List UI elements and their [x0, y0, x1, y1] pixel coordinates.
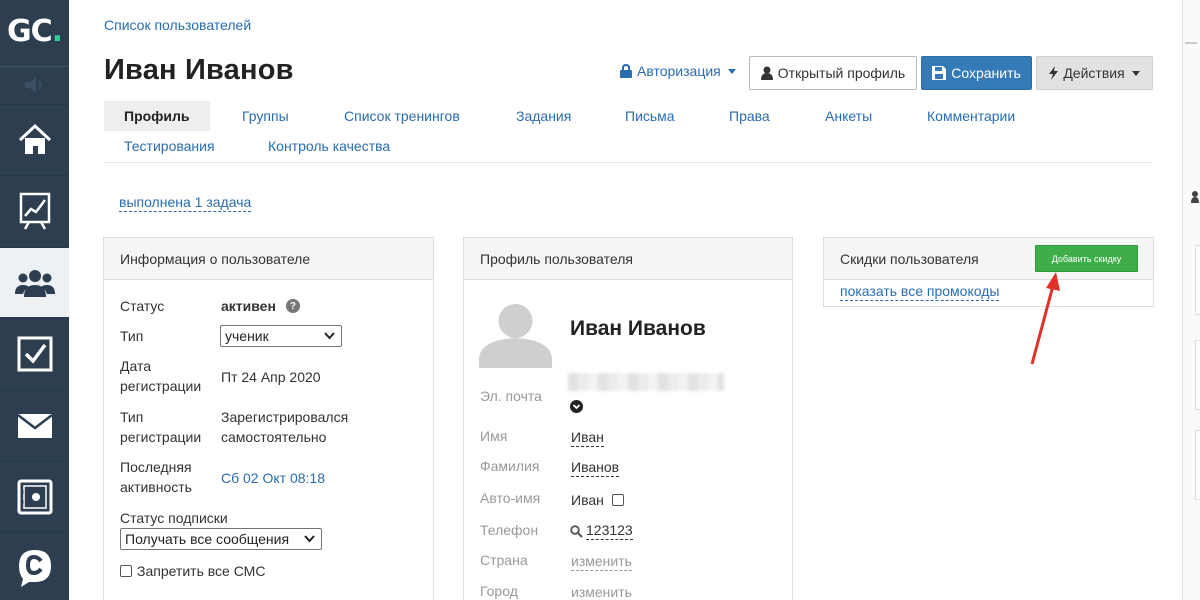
help-icon[interactable]: ?	[285, 299, 300, 313]
sidebar-item-users[interactable]	[0, 247, 69, 317]
type-select[interactable]: ученик	[220, 325, 342, 347]
first-name-value[interactable]: Иван	[571, 429, 604, 447]
user-discounts-panel: Скидки пользователя Добавить скидку пока…	[823, 237, 1154, 307]
no-sms-label: Запретить все СМС	[137, 563, 266, 579]
user-info-panel: Информация о пользователе Статус активен…	[103, 237, 434, 600]
chevron-circle-icon[interactable]	[570, 400, 583, 416]
country-label: Страна	[480, 552, 528, 568]
chevron-down-icon	[324, 332, 335, 340]
logo[interactable]: GC.	[0, 0, 69, 62]
phone-label: Телефон	[480, 522, 539, 538]
last-name-label: Фамилия	[480, 458, 540, 474]
chevron-down-icon	[1131, 70, 1140, 76]
sidebar: GC.	[0, 0, 69, 600]
user-profile-panel-title: Профиль пользователя	[464, 238, 792, 280]
right-edge-divider	[1185, 42, 1197, 44]
email-value-redacted	[568, 373, 724, 391]
floppy-icon	[932, 66, 947, 80]
tab-groups[interactable]: Группы	[242, 101, 289, 131]
reg-date-value: Пт 24 Апр 2020	[221, 369, 321, 385]
tab-profile[interactable]: Профиль	[104, 101, 210, 131]
tab-trainings[interactable]: Список тренингов	[344, 101, 460, 131]
tab-surveys[interactable]: Анкеты	[825, 101, 872, 131]
checkbox-icon	[17, 336, 52, 371]
user-icon	[760, 66, 773, 80]
safe-icon	[17, 479, 52, 514]
lock-icon	[620, 64, 632, 78]
auth-dropdown[interactable]: Авторизация	[620, 63, 736, 79]
home-icon	[18, 123, 51, 154]
red-arrow-annotation	[1030, 272, 1060, 365]
subscription-label: Статус подписки	[120, 510, 228, 526]
reg-date-label: Дата регистрации	[120, 358, 202, 394]
email-label: Эл. почта	[480, 388, 542, 404]
status-value: активен	[221, 298, 276, 314]
chart-icon	[19, 192, 50, 230]
auto-name-value: Иван	[571, 492, 604, 508]
tab-rights[interactable]: Права	[729, 101, 770, 131]
sidebar-item-chat[interactable]	[0, 532, 69, 600]
completed-tasks-link[interactable]: выполнена 1 задача	[119, 194, 252, 212]
type-label: Тип	[120, 328, 144, 344]
last-name-value[interactable]: Иванов	[571, 459, 620, 477]
sidebar-item-home[interactable]	[0, 104, 69, 174]
users-icon	[14, 269, 55, 297]
profile-name: Иван Иванов	[570, 317, 706, 340]
country-change-link[interactable]: изменить	[571, 553, 632, 571]
reg-type-label: Тип регистрации	[120, 409, 202, 445]
city-label: Город	[480, 583, 518, 599]
subscription-select[interactable]: Получать все сообщения	[120, 528, 322, 550]
sidebar-item-stats[interactable]	[0, 175, 69, 245]
sidebar-item-safe[interactable]	[0, 461, 69, 531]
chevron-down-icon	[727, 68, 736, 74]
auto-name-label: Авто-имя	[480, 490, 541, 506]
bolt-icon	[1049, 66, 1059, 80]
breadcrumb[interactable]: Список пользователей	[104, 17, 251, 33]
sidebar-item-mail[interactable]	[0, 390, 69, 460]
actions-dropdown-button[interactable]: Действия	[1036, 56, 1153, 90]
last-activity-label: Последняя активность	[120, 459, 192, 495]
tab-letters[interactable]: Письма	[625, 101, 675, 131]
save-button[interactable]: Сохранить	[921, 56, 1032, 90]
tab-assignments[interactable]: Задания	[516, 101, 571, 131]
tab-comments[interactable]: Комментарии	[927, 101, 1015, 131]
status-label: Статус	[120, 298, 165, 314]
user-icon	[1191, 190, 1199, 204]
mail-icon	[16, 413, 53, 438]
avatar[interactable]	[479, 295, 552, 368]
page-title: Иван Иванов	[104, 54, 294, 86]
user-info-panel-title: Информация о пользователе	[104, 238, 433, 280]
right-edge-box	[1195, 245, 1200, 315]
speaker-icon[interactable]	[0, 66, 69, 102]
right-edge-box	[1195, 430, 1200, 500]
phone-value[interactable]: 123123	[586, 522, 633, 540]
open-profile-button[interactable]: Открытый профиль	[749, 56, 917, 90]
search-icon[interactable]	[570, 524, 583, 538]
last-activity-link[interactable]: Сб 02 Окт 08:18	[221, 470, 325, 486]
tabs-divider	[104, 162, 1153, 163]
right-edge-box	[1195, 340, 1200, 410]
sidebar-item-tasks[interactable]	[0, 318, 69, 388]
tab-quality-control[interactable]: Контроль качества	[268, 131, 390, 161]
auto-name-checkbox[interactable]	[611, 494, 624, 506]
reg-type-value: Зарегистрировался самостоятельно	[221, 409, 349, 445]
city-change-link[interactable]: изменить	[571, 584, 632, 600]
user-profile-panel: Профиль пользователя Иван Иванов Эл. поч…	[463, 237, 793, 600]
show-promocodes-link[interactable]: показать все промокоды	[840, 283, 1000, 301]
chevron-down-icon	[304, 535, 315, 543]
chat-icon	[18, 549, 51, 587]
no-sms-checkbox[interactable]	[120, 565, 132, 577]
right-edge-panel	[1182, 0, 1200, 600]
first-name-label: Имя	[480, 428, 508, 444]
tab-testing[interactable]: Тестирования	[124, 131, 215, 161]
